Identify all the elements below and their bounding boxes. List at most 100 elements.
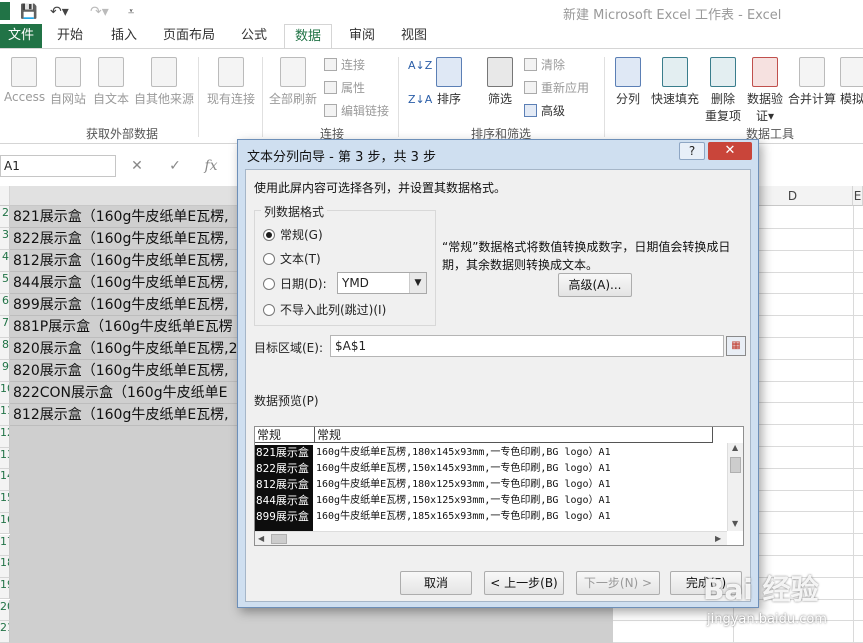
row-header[interactable]: 14	[0, 469, 10, 491]
tab-page-layout[interactable]: 页面布局	[156, 24, 222, 48]
what-if-analysis-button[interactable]: 模拟	[840, 57, 863, 107]
row-header[interactable]: 8	[0, 338, 10, 360]
radio-general[interactable]: 常规(G)	[263, 226, 323, 244]
row-header[interactable]: 12	[0, 426, 10, 448]
enter-formula-icon[interactable]: ✓	[162, 155, 188, 177]
cell-a1[interactable]: 821展示盒（160g牛皮纸单E瓦楞,	[10, 206, 238, 228]
range-picker-icon[interactable]: ▦	[726, 336, 746, 356]
row-header[interactable]: 16	[0, 512, 10, 535]
redo-icon[interactable]: ↷▾	[90, 2, 109, 22]
preview-horizontal-scrollbar[interactable]: ◀ ▶	[255, 531, 727, 545]
column-header-e[interactable]: E	[853, 186, 863, 206]
row-header[interactable]: 20	[0, 599, 10, 622]
from-web-button[interactable]: 自网站	[48, 57, 88, 107]
cancel-button[interactable]: 取消	[400, 571, 472, 595]
scroll-down-icon[interactable]: ▼	[732, 519, 738, 528]
help-button[interactable]: ?	[679, 142, 705, 160]
consolidate-button[interactable]: 合并计算	[788, 57, 836, 107]
row-header[interactable]: 6	[0, 294, 10, 316]
data-preview[interactable]: 常规 常规 821展示盒 160g牛皮纸单E瓦楞,180x145x93mm,一专…	[254, 426, 744, 546]
refresh-all-button[interactable]: 全部刷新	[266, 57, 320, 107]
preview-column-header[interactable]: 常规	[315, 427, 713, 443]
tab-file[interactable]: 文件	[0, 24, 42, 48]
row-header[interactable]: 13	[0, 447, 10, 470]
destination-input[interactable]: $A$1	[330, 335, 724, 357]
radio-text[interactable]: 文本(T)	[263, 250, 321, 268]
back-button[interactable]: < 上一步(B)	[484, 571, 564, 595]
radio-date[interactable]: 日期(D):	[263, 275, 327, 293]
undo-icon[interactable]: ↶▾	[50, 2, 69, 22]
row-header[interactable]: 3	[0, 228, 10, 250]
sort-button[interactable]: 排序	[432, 57, 466, 107]
row-header[interactable]: 10	[0, 382, 10, 404]
clear-filter-button[interactable]: 清除	[524, 55, 565, 75]
cell-a4[interactable]: 844展示盒（160g牛皮纸单E瓦楞,	[10, 272, 238, 294]
row-header[interactable]: 15	[0, 491, 10, 513]
tab-home[interactable]: 开始	[48, 24, 92, 48]
next-button[interactable]: 下一步(N) >	[576, 571, 660, 595]
advanced-filter-button[interactable]: 高级	[524, 101, 565, 121]
row-header[interactable]: 19	[0, 577, 10, 600]
row-header[interactable]: 5	[0, 272, 10, 294]
cell-a5[interactable]: 899展示盒（160g牛皮纸单E瓦楞,	[10, 294, 238, 316]
scroll-thumb[interactable]	[271, 534, 287, 544]
advanced-button[interactable]: 高级(A)...	[558, 273, 632, 297]
window-title: 新建 Microsoft Excel 工作表 - Excel	[563, 8, 782, 23]
row-header[interactable]: 4	[0, 250, 10, 272]
text-to-columns-button[interactable]: 分列	[612, 57, 644, 107]
cell-a10[interactable]: 812展示盒（160g牛皮纸单E瓦楞,	[10, 404, 238, 426]
connections-button[interactable]: 连接	[324, 55, 365, 75]
data-validation-button[interactable]: 数据验 证▾	[746, 57, 784, 124]
save-icon[interactable]: 💾	[20, 2, 37, 22]
tab-data[interactable]: 数据	[284, 24, 332, 49]
scroll-left-icon[interactable]: ◀	[258, 534, 264, 543]
remove-duplicates-button[interactable]: 删除 重复项	[704, 57, 742, 124]
flash-fill-button[interactable]: 快速填充	[650, 57, 700, 107]
cancel-formula-icon[interactable]: ✕	[124, 155, 150, 177]
row-header[interactable]: 11	[0, 404, 10, 426]
from-other-sources-button[interactable]: 自其他来源	[134, 57, 194, 107]
scroll-right-icon[interactable]: ▶	[715, 534, 721, 543]
radio-skip[interactable]: 不导入此列(跳过)(I)	[263, 301, 386, 319]
scroll-thumb[interactable]	[730, 457, 741, 473]
properties-button[interactable]: 属性	[324, 78, 365, 98]
name-box[interactable]: A1	[0, 155, 116, 177]
tab-formulas[interactable]: 公式	[232, 24, 276, 48]
edit-links-button[interactable]: 编辑链接	[324, 101, 389, 121]
sort-descending-button[interactable]: Z↓A	[408, 93, 432, 106]
row-header[interactable]: 2	[0, 206, 10, 228]
preview-column-header[interactable]: 常规	[255, 427, 315, 443]
text-wizard-dialog: 文本分列向导 - 第 3 步，共 3 步 ? ✕ 使用此屏内容可选择各列，并设置…	[237, 139, 759, 608]
row-header[interactable]: 21	[0, 621, 10, 643]
select-all-corner[interactable]	[0, 186, 10, 206]
tab-view[interactable]: 视图	[392, 24, 436, 48]
insert-function-icon[interactable]: fx	[198, 155, 224, 177]
cell-a7[interactable]: 820展示盒（160g牛皮纸单E瓦楞,2	[10, 338, 238, 360]
tab-insert[interactable]: 插入	[102, 24, 146, 48]
cell-a2[interactable]: 822展示盒（160g牛皮纸单E瓦楞,	[10, 228, 238, 250]
cell-a8[interactable]: 820展示盒（160g牛皮纸单E瓦楞,	[10, 360, 238, 382]
existing-connections-button[interactable]: 现有连接	[204, 57, 258, 107]
row-header[interactable]: 7	[0, 316, 10, 338]
from-text-button[interactable]: 自文本	[91, 57, 131, 107]
filter-button[interactable]: 筛选	[482, 57, 518, 107]
row-header[interactable]: 17	[0, 534, 10, 557]
close-button[interactable]: ✕	[708, 142, 752, 160]
connections-icon	[324, 58, 337, 71]
reapply-button[interactable]: 重新应用	[524, 78, 589, 98]
row-header[interactable]: 18	[0, 556, 10, 578]
tab-review[interactable]: 审阅	[340, 24, 384, 48]
preview-vertical-scrollbar[interactable]: ▲ ▼	[727, 443, 743, 531]
access-button[interactable]: Access	[4, 57, 45, 104]
scroll-up-icon[interactable]: ▲	[732, 443, 738, 452]
customize-icon[interactable]: ⩡	[128, 2, 134, 22]
chevron-down-icon[interactable]: ▼	[409, 273, 426, 293]
cell-a6[interactable]: 881P展示盒（160g牛皮纸单E瓦楞	[10, 316, 238, 338]
cell-a9[interactable]: 822CON展示盒（160g牛皮纸单E	[10, 382, 238, 404]
date-format-select[interactable]: YMD ▼	[337, 272, 427, 294]
funnel-icon	[487, 57, 513, 87]
sort-ascending-button[interactable]: A↓Z	[408, 59, 432, 72]
text-file-icon	[98, 57, 124, 87]
row-header[interactable]: 9	[0, 360, 10, 382]
cell-a3[interactable]: 812展示盒（160g牛皮纸单E瓦楞,	[10, 250, 238, 272]
